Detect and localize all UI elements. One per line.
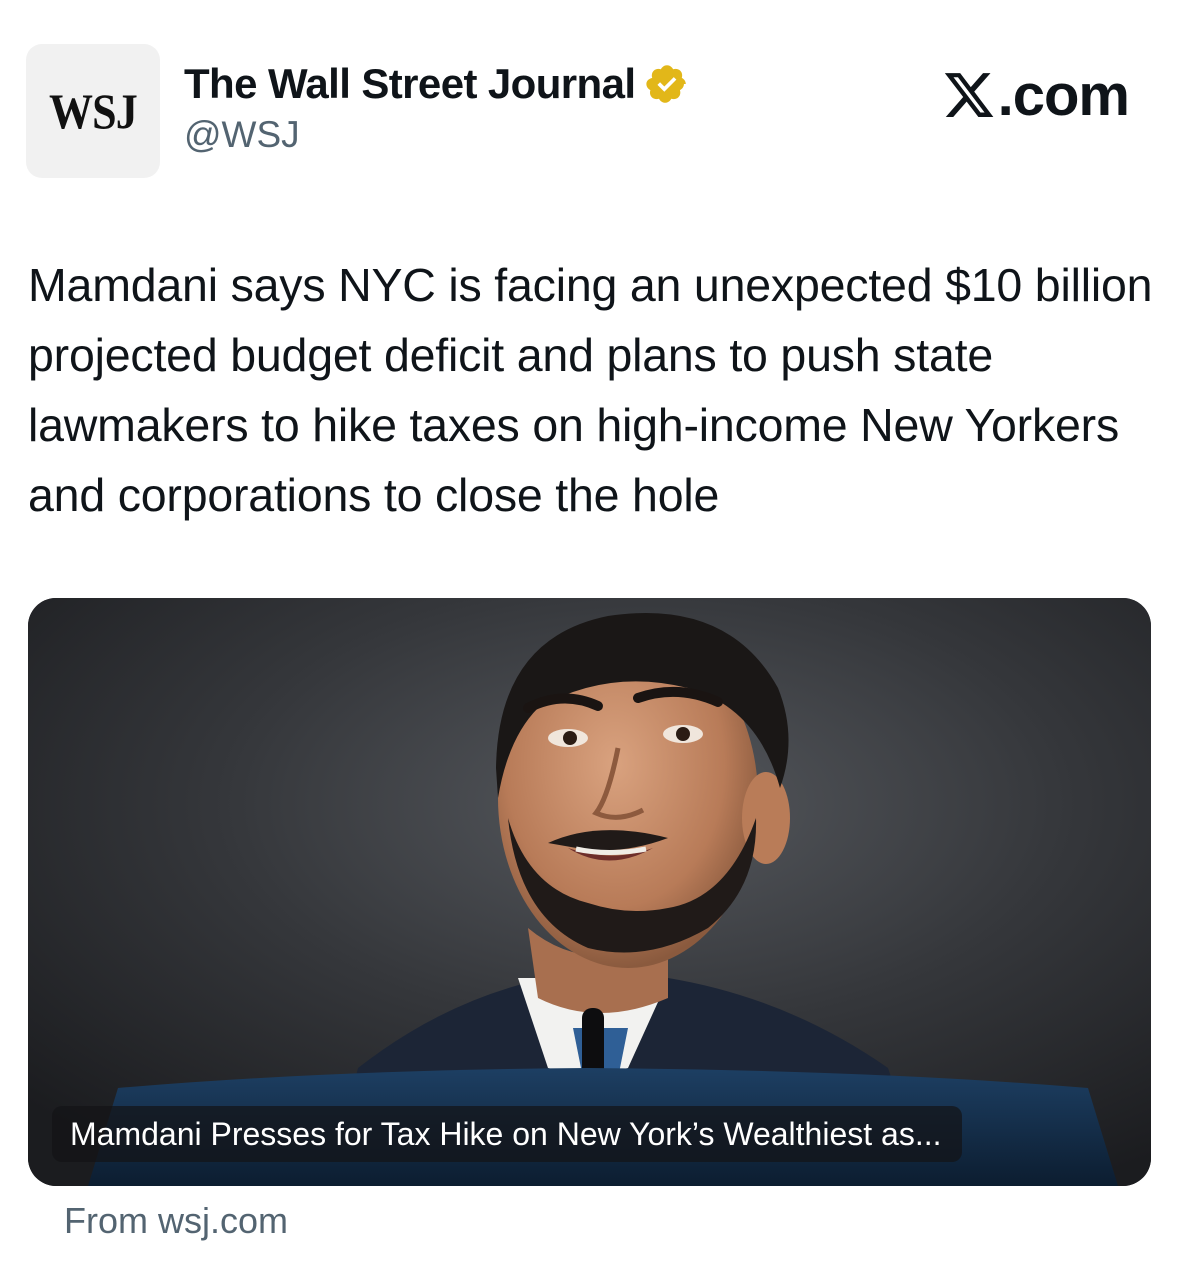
tweet-text: Mamdani says NYC is facing an unexpected… [28, 259, 1153, 521]
wsj-logo: WSJ [49, 83, 138, 139]
account-handle[interactable]: @WSJ [184, 114, 689, 156]
platform-label: .com [942, 60, 1130, 130]
account-name[interactable]: The Wall Street Journal [184, 60, 636, 108]
link-card[interactable]: Mamdani Presses for Tax Hike on New York… [28, 598, 1151, 1186]
card-source[interactable]: From wsj.com [64, 1200, 288, 1242]
platform-domain: .com [997, 62, 1130, 128]
avatar[interactable]: WSJ [26, 44, 160, 178]
article-photo [28, 598, 1151, 1186]
verified-badge-icon [646, 65, 687, 103]
author-block: The Wall Street Journal @WSJ [184, 58, 689, 156]
card-headline[interactable]: Mamdani Presses for Tax Hike on New York… [52, 1106, 962, 1162]
x-logo-icon [944, 73, 993, 117]
